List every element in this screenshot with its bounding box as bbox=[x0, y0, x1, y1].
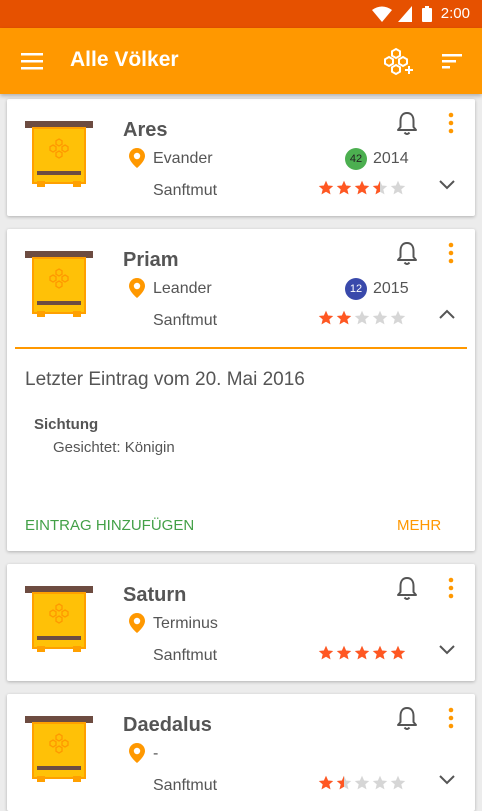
rating-stars[interactable] bbox=[318, 180, 418, 196]
sighting-label: Sichtung bbox=[34, 416, 99, 433]
divider bbox=[15, 347, 467, 349]
more-button[interactable]: MEHR bbox=[397, 517, 441, 534]
rating-stars[interactable] bbox=[318, 775, 418, 791]
star-icon bbox=[372, 180, 388, 195]
more-vert-icon[interactable] bbox=[445, 111, 457, 135]
colony-name: Saturn bbox=[123, 584, 187, 606]
menu-icon[interactable] bbox=[17, 45, 49, 77]
more-vert-icon[interactable] bbox=[445, 576, 457, 600]
star-icon bbox=[354, 310, 370, 325]
star-icon bbox=[390, 180, 406, 195]
last-entry-title: Letzter Eintrag vom 20. Mai 2016 bbox=[25, 369, 305, 390]
star-icon bbox=[372, 310, 388, 325]
queen-year: 2014 bbox=[373, 150, 409, 167]
page-title: Alle Völker bbox=[70, 48, 179, 71]
add-colony-icon[interactable] bbox=[382, 45, 414, 77]
colony-location: Evander bbox=[153, 150, 213, 167]
star-icon bbox=[318, 180, 334, 195]
colony-trait: Sanftmut bbox=[153, 777, 218, 794]
colony-name: Daedalus bbox=[123, 714, 212, 736]
star-icon bbox=[336, 645, 352, 660]
colony-card[interactable]: Ares Evander Sanftmut 42 2014 bbox=[7, 99, 475, 216]
star-icon bbox=[354, 180, 370, 195]
star-icon bbox=[318, 645, 334, 660]
more-vert-icon[interactable] bbox=[445, 241, 457, 265]
star-icon bbox=[318, 775, 334, 790]
wifi-icon bbox=[372, 6, 392, 22]
beehive-icon bbox=[25, 716, 93, 782]
location-pin-icon bbox=[129, 148, 145, 168]
colony-location: - bbox=[153, 745, 159, 762]
star-icon bbox=[318, 310, 334, 325]
rating-stars[interactable] bbox=[318, 310, 418, 326]
beehive-icon bbox=[25, 121, 93, 187]
colony-trait: Sanftmut bbox=[153, 182, 218, 199]
colony-trait: Sanftmut bbox=[153, 647, 218, 664]
location-pin-icon bbox=[129, 278, 145, 298]
star-icon bbox=[390, 310, 406, 325]
bell-icon[interactable] bbox=[396, 706, 418, 732]
colony-card[interactable]: Saturn Terminus Sanftmut bbox=[7, 564, 475, 681]
beehive-icon bbox=[25, 251, 93, 317]
star-icon bbox=[354, 775, 370, 790]
bell-icon[interactable] bbox=[396, 576, 418, 602]
colony-name: Priam bbox=[123, 249, 179, 271]
star-icon bbox=[390, 775, 406, 790]
beehive-icon bbox=[25, 586, 93, 652]
queen-year: 2015 bbox=[373, 280, 409, 297]
add-entry-button[interactable]: EINTRAG HINZUFÜGEN bbox=[25, 517, 194, 534]
sort-icon[interactable] bbox=[437, 45, 469, 77]
colony-trait: Sanftmut bbox=[153, 312, 218, 329]
colony-location: Terminus bbox=[153, 615, 218, 632]
sighting-value: Gesichtet: Königin bbox=[53, 439, 175, 456]
star-icon bbox=[354, 645, 370, 660]
chevron-down-icon[interactable] bbox=[438, 642, 456, 658]
colony-card[interactable]: Priam Leander Sanftmut 12 2015 Letzter Eint… bbox=[7, 229, 475, 551]
star-icon bbox=[372, 775, 388, 790]
star-icon bbox=[372, 645, 388, 660]
status-bar: 2:00 bbox=[0, 0, 482, 28]
location-pin-icon bbox=[129, 743, 145, 763]
chevron-up-icon[interactable] bbox=[438, 307, 456, 323]
status-time: 2:00 bbox=[440, 5, 470, 22]
app-bar: Alle Völker bbox=[0, 28, 482, 94]
star-icon bbox=[336, 180, 352, 195]
queen-marker-badge: 12 bbox=[345, 278, 367, 300]
bell-icon[interactable] bbox=[396, 241, 418, 267]
star-icon bbox=[336, 775, 352, 790]
colony-location: Leander bbox=[153, 280, 212, 297]
colony-card[interactable]: Daedalus - Sanftmut bbox=[7, 694, 475, 811]
queen-marker-badge: 42 bbox=[345, 148, 367, 170]
star-icon bbox=[390, 645, 406, 660]
more-vert-icon[interactable] bbox=[445, 706, 457, 730]
colony-name: Ares bbox=[123, 119, 168, 141]
battery-icon bbox=[422, 6, 432, 22]
rating-stars[interactable] bbox=[318, 645, 418, 661]
signal-icon bbox=[398, 6, 412, 22]
chevron-down-icon[interactable] bbox=[438, 177, 456, 193]
bell-icon[interactable] bbox=[396, 111, 418, 137]
location-pin-icon bbox=[129, 613, 145, 633]
star-icon bbox=[336, 310, 352, 325]
chevron-down-icon[interactable] bbox=[438, 772, 456, 788]
